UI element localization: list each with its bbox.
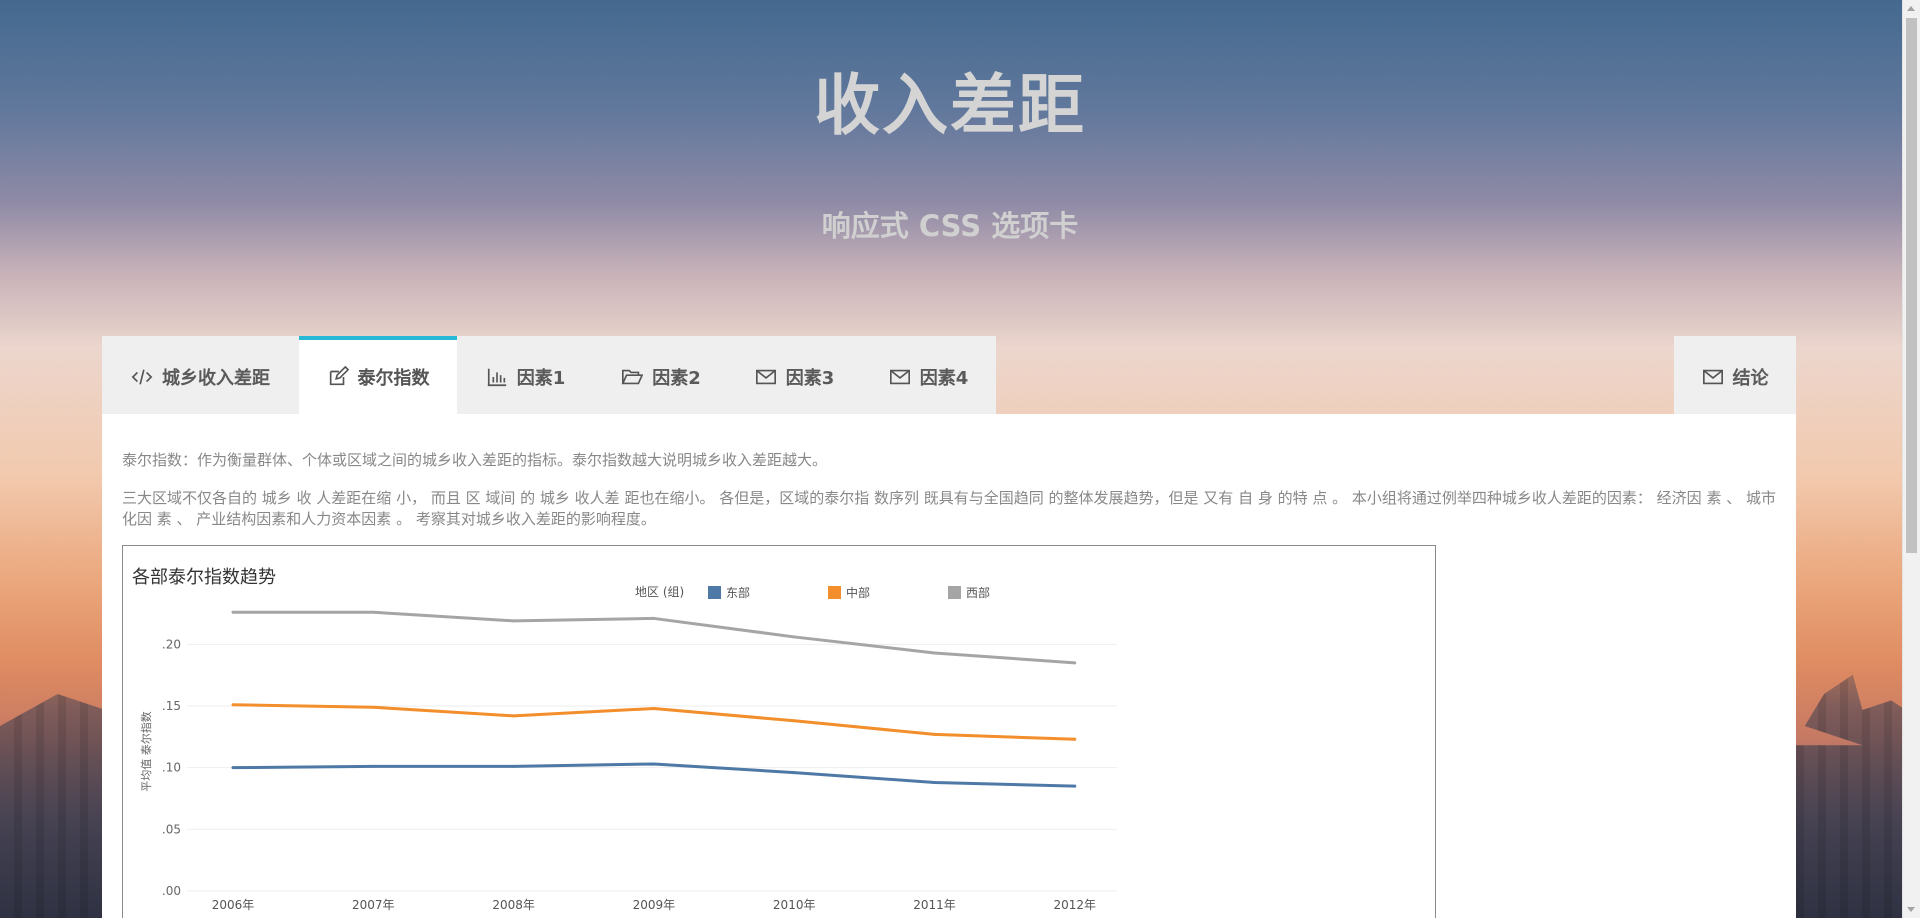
- legend-title: 地区 (组): [635, 585, 684, 599]
- code-icon: [131, 369, 153, 385]
- tab-bar: 城乡收入差距 泰尔指数 因素1 因素2 因素3 因素4: [102, 336, 996, 414]
- tab-factor-3[interactable]: 因素3: [728, 336, 861, 414]
- tab-label: 因素4: [919, 368, 969, 389]
- legend-label: 东部: [726, 585, 750, 600]
- x-tick-label: 2009年: [633, 898, 676, 912]
- x-tick-label: 2008年: [492, 898, 535, 912]
- x-tick-label: 2011年: [913, 898, 956, 912]
- data-point: [371, 764, 375, 768]
- tab-label: 泰尔指数: [357, 368, 430, 389]
- x-tick-label: 2012年: [1054, 898, 1097, 912]
- data-point: [231, 766, 235, 770]
- tab-factor-4[interactable]: 因素4: [861, 336, 996, 414]
- legend-swatch: [948, 586, 961, 599]
- data-point: [512, 764, 516, 768]
- chart-container: 各部泰尔指数趋势地区 (组) 东部 中部 西部 .00 .05 .10 .15 .20 平均值 泰…: [122, 545, 1436, 918]
- data-point: [371, 610, 375, 614]
- data-point: [231, 610, 235, 614]
- envelope-icon: [889, 369, 910, 385]
- y-tick-label: .05: [162, 822, 181, 836]
- y-tick-label: .00: [162, 884, 181, 898]
- tab-panel: 泰尔指数：作为衡量群体、个体或区域之间的城乡收入差距的指标。泰尔指数越大说明城乡…: [102, 414, 1796, 918]
- tab-label: 结论: [1732, 368, 1769, 389]
- data-point: [1073, 784, 1077, 788]
- data-point: [512, 714, 516, 718]
- tab-factor-2[interactable]: 因素2: [594, 336, 728, 414]
- x-tick-label: 2010年: [773, 898, 816, 912]
- legend-swatch: [708, 586, 721, 599]
- vertical-scrollbar[interactable]: [1902, 0, 1920, 918]
- chart-title: 各部泰尔指数趋势: [132, 567, 276, 588]
- data-point: [1073, 737, 1077, 741]
- data-point: [792, 719, 796, 723]
- y-tick-label: .20: [162, 637, 181, 651]
- tab-theil-index[interactable]: 泰尔指数: [299, 336, 457, 414]
- data-point: [652, 762, 656, 766]
- y-axis-label: 平均值 泰尔指数: [139, 711, 153, 792]
- data-point: [652, 616, 656, 620]
- envelope-icon: [1702, 369, 1723, 385]
- scrollbar-thumb[interactable]: [1906, 18, 1917, 553]
- tab-factor-1[interactable]: 因素1: [457, 336, 594, 414]
- theil-definition-text: 泰尔指数：作为衡量群体、个体或区域之间的城乡收入差距的指标。泰尔指数越大说明城乡…: [122, 451, 828, 469]
- envelope-icon: [755, 369, 776, 385]
- y-tick-label: .15: [162, 699, 181, 713]
- x-tick-label: 2007年: [352, 898, 395, 912]
- legend-label: 中部: [846, 585, 870, 600]
- theil-trend-chart: 各部泰尔指数趋势地区 (组) 东部 中部 西部 .00 .05 .10 .15 .20 平均值 泰…: [132, 567, 1117, 912]
- y-tick-label: .10: [162, 761, 181, 775]
- region-analysis-text: 三大区域不仅各自的 城乡 收 人差距在缩 小， 而且 区 域间 的 城乡 收人差…: [122, 489, 1776, 528]
- data-point: [652, 706, 656, 710]
- tab-label: 因素1: [516, 368, 566, 389]
- page-subtitle: 响应式 CSS 选项卡: [821, 209, 1079, 243]
- tab-income-gap[interactable]: 城乡收入差距: [102, 336, 299, 414]
- data-point: [371, 705, 375, 709]
- page-title: 收入差距: [814, 67, 1086, 144]
- legend-label: 西部: [966, 585, 990, 600]
- data-point: [512, 619, 516, 623]
- data-point: [933, 732, 936, 736]
- tab-label: 城乡收入差距: [162, 368, 270, 389]
- data-point: [1073, 661, 1077, 665]
- scroll-up-arrow-icon[interactable]: [1907, 6, 1915, 11]
- x-tick-label: 2006年: [212, 898, 255, 912]
- data-point: [231, 703, 235, 707]
- tab-conclusion[interactable]: 结论: [1674, 336, 1796, 414]
- data-point: [933, 651, 936, 655]
- edit-icon: [329, 366, 349, 386]
- data-point: [792, 635, 796, 639]
- tab-label: 因素3: [785, 368, 835, 389]
- scroll-down-arrow-icon[interactable]: [1907, 907, 1915, 912]
- tab-label: 因素2: [652, 368, 701, 389]
- bar-chart-icon: [487, 368, 506, 387]
- data-point: [792, 771, 796, 775]
- folder-open-icon: [621, 369, 644, 385]
- data-point: [933, 780, 936, 784]
- legend-swatch: [828, 586, 841, 599]
